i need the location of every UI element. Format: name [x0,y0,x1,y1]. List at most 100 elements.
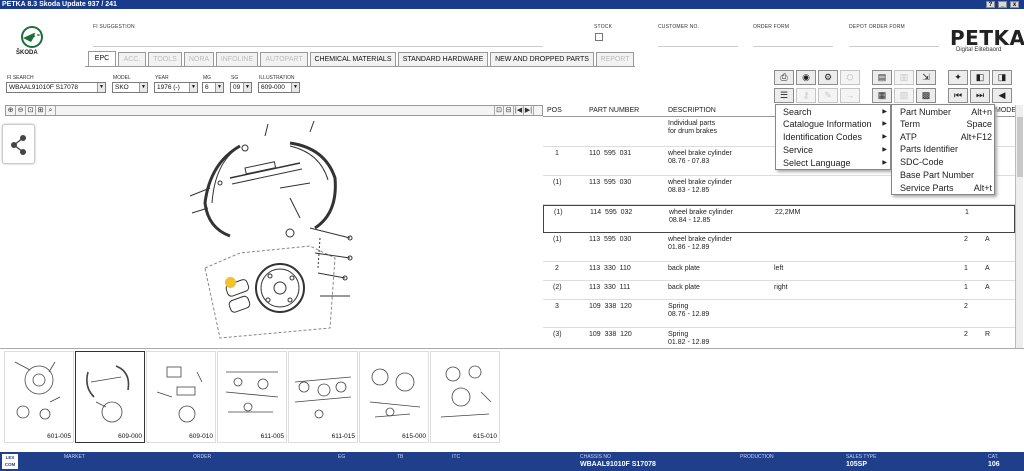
fi-suggestion-field[interactable] [93,46,543,47]
service-button[interactable]: ⚙ [818,70,838,85]
chevron-down-icon[interactable]: ▼ [189,83,197,92]
vehicle-button[interactable]: ⛭ [840,70,860,85]
submenu-parts-identifier[interactable]: Parts Identifier [900,143,994,155]
export-button[interactable]: ⇲ [916,70,936,85]
depot-order-form-field[interactable] [849,46,939,47]
pin-icon[interactable]: ✦ [948,70,968,85]
submenu-sdc-code[interactable]: SDC-Code [900,156,994,168]
submenu-service-parts[interactable]: Service Parts Alt+t [900,182,994,194]
arrow-icon[interactable]: → [840,88,860,103]
chevron-down-icon[interactable]: ▼ [139,83,147,92]
row-qty: 1 [964,265,968,272]
order-button[interactable]: ◉ [796,70,816,85]
thumbnail-drawing [294,376,352,419]
print-button[interactable]: ⎙ [774,70,794,85]
submenu-part-number[interactable]: Part Number Alt+n [900,106,994,118]
tab-nora[interactable]: NORA [184,52,214,66]
table-row[interactable]: 2 113 330 110 back plate left 1 A [543,262,1015,281]
menu-item-label: Identification Codes [783,132,863,142]
next-illustration-icon[interactable]: ▶| [524,106,534,115]
fi-search-select[interactable]: WBAAL91010F S17078 ▼ [6,82,106,93]
parts-list-button[interactable]: ▤ [872,70,892,85]
magnify-icon[interactable]: ⌕ [46,106,56,115]
tab-new-dropped-parts[interactable]: NEW AND DROPPED PARTS [490,52,594,66]
zoom-fit-icon[interactable]: ⊡ [26,106,36,115]
thumbnail-609-010[interactable]: 609-010 [146,351,216,443]
model-label: MODEL [113,75,131,81]
order-form-field[interactable] [753,46,833,47]
model-select[interactable]: SKO ▼ [112,82,148,93]
menu-item-search[interactable]: Search ▶ [783,106,889,118]
parts-sub-button[interactable]: ▥ [894,70,914,85]
row-desc: wheel brake cylinder 01.86 - 12.89 [668,236,732,251]
minimize-button[interactable]: _ [998,1,1007,8]
window-left-icon[interactable]: ◧ [970,70,990,85]
submenu-base-part-number[interactable]: Base Part Number [900,169,994,181]
year-select[interactable]: 1976 (-) ▼ [154,82,198,93]
first-icon[interactable]: ⏮ [948,88,968,103]
chevron-down-icon[interactable]: ▼ [97,83,105,92]
menu-list-icon[interactable]: ☰ [774,88,794,103]
window-right-icon[interactable]: ◨ [992,70,1012,85]
doc-alt-icon[interactable]: ▧ [894,88,914,103]
view-a-icon[interactable]: ⊡ [494,106,504,115]
tab-tools[interactable]: TOOLS [148,52,182,66]
stock-checkbox[interactable] [595,33,603,41]
stock-label: STOCK [594,24,613,30]
help-button[interactable]: ? [986,1,995,8]
chevron-down-icon[interactable]: ▼ [243,83,251,92]
thumbnail-601-005[interactable]: 601-005 [4,351,74,443]
chevron-down-icon[interactable]: ▼ [291,83,299,92]
chevron-right-icon: ▶ [882,109,887,115]
back-icon[interactable]: ◀ [992,88,1012,103]
scroll-thumb[interactable] [1017,117,1023,177]
tab-standard-hardware[interactable]: STANDARD HARDWARE [398,52,488,66]
thumbnail-615-010[interactable]: 615-010 [430,351,500,443]
col-pos[interactable]: POS [547,105,562,117]
table-row[interactable]: (3) 109 338 120 Spring 01.82 - 12.89 2 R [543,328,1015,347]
sg-select[interactable]: 09 ▼ [230,82,252,93]
key-icon[interactable]: ⚷ [796,88,816,103]
parts-table-scrollbar[interactable] [1015,105,1023,348]
prev-illustration-icon[interactable]: |◀ [514,106,524,115]
submenu-term[interactable]: Term Space [900,118,994,130]
row-pos: 3 [555,303,559,310]
view-b-icon[interactable]: ⊟ [504,106,514,115]
menu-item-identification-codes[interactable]: Identification Codes ▶ [783,131,889,143]
table-row[interactable]: 3 109 338 120 Spring 08.76 - 12.89 2 [543,300,1015,328]
tab-report[interactable]: REPORT [596,52,634,66]
menu-item-catalogue-information[interactable]: Catalogue Information ▶ [783,118,889,130]
thumbnail-615-000[interactable]: 615-000 [359,351,429,443]
menu-item-service[interactable]: Service ▶ [783,144,889,156]
tab-chemical-materials[interactable]: CHEMICAL MATERIALS [310,52,396,66]
tab-autopart[interactable]: AUTOPART [260,52,308,66]
tab-infoline[interactable]: INFOLINE [216,52,258,66]
thumbnail-611-005[interactable]: 611-005 [217,351,287,443]
customer-no-field[interactable] [658,46,738,47]
catalog-icon[interactable]: ▩ [916,88,936,103]
doc-icon[interactable]: ▦ [872,88,892,103]
thumbnail-609-000[interactable]: 609-000 [75,351,145,443]
tool-icon[interactable]: ✎ [818,88,838,103]
submenu-atp[interactable]: ATP Alt+F12 [900,131,994,143]
table-row[interactable]: (1) 113 595 030 wheel brake cylinder 01.… [543,233,1015,262]
col-description[interactable]: DESCRIPTION [668,105,716,117]
position-marker[interactable] [225,277,236,288]
share-button[interactable] [2,124,35,164]
zoom-in-icon[interactable]: ⊕ [6,106,16,115]
col-part-number[interactable]: PART NUMBER [589,105,639,117]
menu-item-select-language[interactable]: Select Language ▶ [783,157,889,169]
table-row-selected[interactable]: (1) 114 595 032 wheel brake cylinder 08.… [543,205,1015,233]
thumbnail-611-015[interactable]: 611-015 [288,351,358,443]
tab-epc[interactable]: EPC [88,51,116,66]
table-row[interactable]: (2) 113 330 111 back plate right 1 A [543,281,1015,300]
tab-acc[interactable]: ACC. [118,52,146,66]
chevron-down-icon[interactable]: ▼ [215,83,223,92]
close-button[interactable]: x [1010,1,1019,8]
zoom-out-icon[interactable]: ⊖ [16,106,26,115]
last-icon[interactable]: ⏭ [970,88,990,103]
illustration-select[interactable]: 609-000 ▼ [258,82,300,93]
exploded-view-drawing[interactable] [150,118,540,348]
zoom-grid-icon[interactable]: ⊞ [36,106,46,115]
mg-select[interactable]: 6 ▼ [202,82,224,93]
